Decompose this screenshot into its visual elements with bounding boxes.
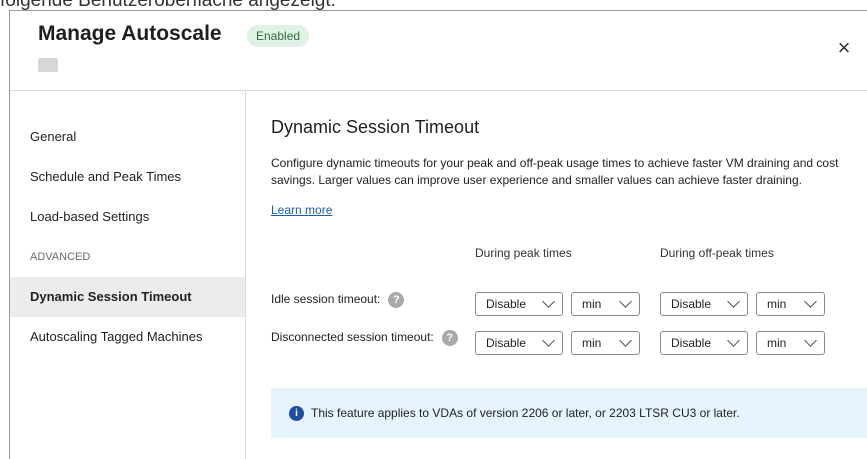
redacted-subtitle bbox=[38, 58, 58, 72]
idle-peak-unit-select[interactable]: min bbox=[571, 292, 640, 316]
sidebar-section-advanced: ADVANCED bbox=[30, 251, 91, 263]
idle-timeout-label: Idle session timeout: bbox=[271, 292, 381, 307]
idle-offpeak-value-select[interactable]: Disable bbox=[660, 292, 748, 316]
manage-autoscale-dialog: Manage Autoscale Enabled × General Sched… bbox=[9, 10, 867, 459]
chevron-down-icon bbox=[804, 334, 817, 347]
disconnected-peak-value-select[interactable]: Disable bbox=[475, 331, 563, 355]
disconnected-timeout-row-label: Disconnected session timeout:? bbox=[271, 330, 458, 346]
chevron-down-icon bbox=[542, 334, 555, 347]
disconnected-peak-unit-select[interactable]: min bbox=[571, 331, 640, 355]
idle-offpeak-unit-select[interactable]: min bbox=[756, 292, 825, 316]
chevron-down-icon bbox=[542, 295, 555, 308]
disconnected-timeout-label: Disconnected session timeout: bbox=[271, 330, 434, 345]
disconnected-peak-value: Disable bbox=[486, 336, 527, 350]
column-header-offpeak: During off-peak times bbox=[660, 246, 774, 260]
sidebar-item-autoscaling-tagged-machines[interactable]: Autoscaling Tagged Machines bbox=[10, 317, 245, 357]
chevron-down-icon bbox=[804, 295, 817, 308]
idle-timeout-row-label: Idle session timeout:? bbox=[271, 292, 405, 308]
disconnected-peak-unit: min bbox=[582, 336, 602, 350]
section-description: Configure dynamic timeouts for your peak… bbox=[271, 156, 839, 187]
section-heading: Dynamic Session Timeout bbox=[271, 117, 480, 137]
chevron-down-icon bbox=[727, 334, 740, 347]
idle-offpeak-value: Disable bbox=[671, 297, 712, 311]
idle-offpeak-unit: min bbox=[767, 297, 787, 311]
sidebar-item-general[interactable]: General bbox=[10, 117, 245, 157]
sidebar-item-load-based-settings[interactable]: Load-based Settings bbox=[10, 197, 245, 237]
chevron-down-icon bbox=[619, 334, 632, 347]
idle-peak-value-select[interactable]: Disable bbox=[475, 292, 563, 316]
sidebar-nav: General Schedule and Peak Times Load-bas… bbox=[10, 91, 246, 459]
info-banner-text: This feature applies to VDAs of version … bbox=[311, 406, 740, 420]
disconnected-offpeak-unit-select[interactable]: min bbox=[756, 331, 825, 355]
help-icon[interactable]: ? bbox=[441, 330, 458, 346]
info-icon: i bbox=[289, 406, 304, 421]
disconnected-offpeak-unit: min bbox=[767, 336, 787, 350]
sidebar-item-dynamic-session-timeout[interactable]: Dynamic Session Timeout bbox=[10, 277, 245, 317]
disconnected-offpeak-value-select[interactable]: Disable bbox=[660, 331, 748, 355]
dialog-header: Manage Autoscale Enabled × bbox=[10, 11, 867, 91]
help-icon[interactable]: ? bbox=[388, 292, 405, 308]
column-header-peak: During peak times bbox=[475, 246, 572, 260]
chevron-down-icon bbox=[727, 295, 740, 308]
disconnected-offpeak-value: Disable bbox=[671, 336, 712, 350]
idle-peak-value: Disable bbox=[486, 297, 527, 311]
main-content: Dynamic Session Timeout Configure dynami… bbox=[247, 91, 867, 459]
learn-more-link[interactable]: Learn more bbox=[271, 203, 332, 217]
close-icon[interactable]: × bbox=[833, 37, 855, 59]
chevron-down-icon bbox=[619, 295, 632, 308]
sidebar-item-schedule-peak-times[interactable]: Schedule and Peak Times bbox=[10, 157, 245, 197]
status-badge: Enabled bbox=[247, 25, 310, 47]
idle-peak-unit: min bbox=[582, 297, 602, 311]
info-banner: i This feature applies to VDAs of versio… bbox=[271, 388, 867, 438]
dialog-title: Manage Autoscale bbox=[38, 22, 222, 45]
